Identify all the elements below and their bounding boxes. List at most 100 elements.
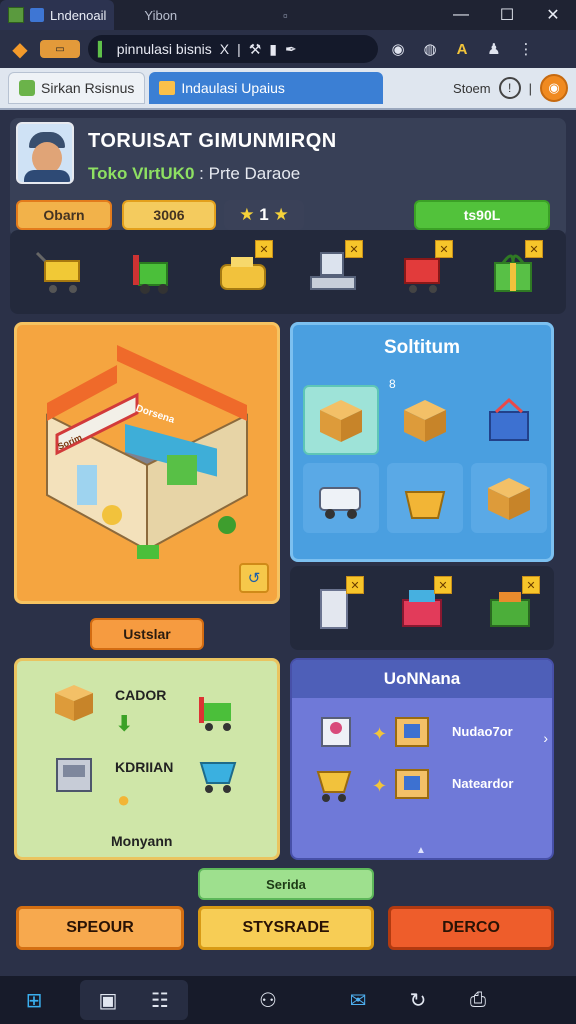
zoom-icon: ↺: [247, 570, 261, 587]
locked-items-row: ✕ ✕ ✕: [290, 566, 554, 650]
chat-icon[interactable]: ✉: [338, 980, 378, 1020]
more-icon[interactable]: ⋮: [514, 37, 538, 61]
arrow-right-icon: ✦: [372, 724, 388, 744]
star-icon: ★: [239, 205, 260, 224]
zoom-button[interactable]: ↺: [239, 563, 269, 593]
tab-sirkan[interactable]: Sirkan Rsisnus: [8, 72, 146, 104]
shop-scene[interactable]: Dorsena Sorim ↺: [14, 322, 280, 604]
divider-icon: |: [237, 41, 241, 57]
store-type-prefix: :: [199, 164, 209, 183]
tools-icon[interactable]: ⚒: [249, 41, 262, 58]
start-icon[interactable]: ⊞: [14, 980, 54, 1020]
basket-item[interactable]: [387, 463, 463, 533]
forklift-small-icon[interactable]: [195, 693, 241, 733]
gold-cart-icon[interactable]: [312, 764, 356, 804]
truck-item[interactable]: [303, 463, 379, 533]
close-icon[interactable]: ✕: [530, 0, 576, 30]
maximize-icon[interactable]: ☐: [484, 0, 530, 30]
arrow-right-icon-2: ✦: [372, 776, 388, 796]
window-title-bar: Lndenoail Yibon ▫ — ☐ ✕: [0, 0, 576, 30]
upgrade-button[interactable]: STYSRADE: [198, 906, 374, 950]
device-tray-icon[interactable]: ⎙: [458, 980, 498, 1020]
device-icon[interactable]: [316, 712, 356, 752]
coin-pill[interactable]: 3006: [122, 200, 216, 230]
blue-cart-icon[interactable]: [195, 753, 241, 797]
trash-icon[interactable]: ▮: [269, 41, 277, 58]
shield-icon: ▫: [283, 7, 288, 23]
tab-indaulasi[interactable]: Indaulasi Upaius: [149, 72, 384, 104]
install-button[interactable]: Ustslar: [90, 618, 204, 650]
people-icon[interactable]: ⚇: [248, 980, 288, 1020]
danger-button[interactable]: DERCO: [388, 906, 554, 950]
window-tab-second[interactable]: Yibon: [114, 0, 185, 30]
lock-badge-icon-6: ✕: [434, 576, 452, 594]
forklift-icon[interactable]: [119, 240, 187, 304]
lock-badge-icon-5: ✕: [346, 576, 364, 594]
lock-badge-icon-2: ✕: [345, 240, 363, 258]
url-tab-close[interactable]: X: [220, 41, 229, 57]
avatar[interactable]: [16, 122, 74, 184]
settings-orange-icon[interactable]: ◉: [540, 74, 568, 102]
stoem-label: Stoem: [453, 80, 491, 96]
profile-subtitle: Toko VIrtUK0 : Prte Daraoe: [88, 164, 300, 184]
upgrade-title: UoNNana: [292, 660, 552, 698]
green-crate-icon[interactable]: ✕: [476, 576, 544, 640]
box-item-3[interactable]: [471, 463, 547, 533]
coin-bag-icon: ●: [117, 787, 131, 812]
tab-indaulasi-label: Indaulasi Upaius: [181, 80, 285, 96]
stat-pill-1[interactable]: Obarn: [16, 200, 112, 230]
lock-badge-icon: ✕: [255, 240, 273, 258]
store-name: Toko VIrtUK0: [88, 164, 195, 183]
tab-doc-icon: [19, 80, 35, 96]
apps-grid-icon[interactable]: ☷: [140, 980, 180, 1020]
star-icon-2: ★: [268, 205, 289, 224]
fridge-icon[interactable]: ✕: [300, 576, 368, 640]
window-tab-active[interactable]: Lndenoail: [0, 0, 115, 30]
window-controls: — ☐ ✕: [438, 0, 576, 30]
tab-chart-icon: [159, 81, 176, 95]
select-button[interactable]: Serida: [198, 868, 374, 900]
profile-a-icon[interactable]: A: [450, 37, 474, 61]
user-icon[interactable]: ♟: [482, 37, 506, 61]
minimize-icon[interactable]: —: [438, 0, 484, 30]
crate-icon[interactable]: [51, 681, 97, 725]
speour-button[interactable]: SPEOUR: [16, 906, 184, 950]
isometric-store-icon: [46, 345, 248, 559]
scroll-right-icon[interactable]: ›: [543, 730, 548, 746]
level-button[interactable]: ts90L: [414, 200, 550, 230]
gift-box-icon[interactable]: ✕: [479, 240, 547, 304]
profile-card: TORUISAT GIMUNMIRQN Toko VIrtUK0 : Prte …: [10, 118, 566, 238]
leaf-icon: ▍: [98, 40, 109, 57]
cash-register-icon[interactable]: ✕: [209, 240, 277, 304]
gift-basket-item[interactable]: [471, 385, 547, 455]
url-tab[interactable]: ▍ pinnulasi bisnis X | ⚒ ▮ ✒: [88, 35, 378, 63]
home-diamond-icon[interactable]: ◆: [8, 37, 32, 61]
red-cart-icon[interactable]: ✕: [389, 240, 457, 304]
scroll-down-icon[interactable]: ▲: [416, 845, 426, 856]
window-tab-icon: [30, 8, 44, 22]
pos-terminal-icon[interactable]: ✕: [299, 240, 367, 304]
solution-panel: Soltitum 8: [290, 322, 554, 562]
game-area: TORUISAT GIMUNMIRQN Toko VIrtUK0 : Prte …: [0, 110, 576, 976]
box-item-1[interactable]: [303, 385, 379, 455]
back-label-icon[interactable]: ▭: [40, 40, 80, 58]
cart-gold-icon[interactable]: [29, 240, 97, 304]
upgrade-box-icon[interactable]: [392, 712, 432, 752]
inventory-label-2: KDRIIAN: [115, 759, 174, 775]
record-icon[interactable]: ◉: [386, 37, 410, 61]
box-item-2[interactable]: [387, 385, 463, 455]
tab-right-controls: Stoem ! | ◉: [453, 74, 568, 102]
inventory-footer: Monyann: [111, 833, 173, 849]
tab-sirkan-label: Sirkan Rsisnus: [41, 80, 135, 96]
inventory-label-1: CADOR: [115, 687, 167, 703]
upgrade-box-icon-2[interactable]: [392, 764, 432, 804]
info-icon[interactable]: !: [498, 77, 521, 99]
upgrade-row-2: Nateardor: [452, 776, 514, 791]
window-icon[interactable]: ▣: [88, 980, 128, 1020]
gamepad-icon[interactable]: ◍: [418, 37, 442, 61]
pin-icon[interactable]: ✒: [285, 41, 297, 58]
refresh-icon[interactable]: ↻: [398, 980, 438, 1020]
red-crate-icon[interactable]: ✕: [388, 576, 456, 640]
star-count: 1: [259, 205, 269, 224]
machine-icon[interactable]: [51, 753, 97, 797]
